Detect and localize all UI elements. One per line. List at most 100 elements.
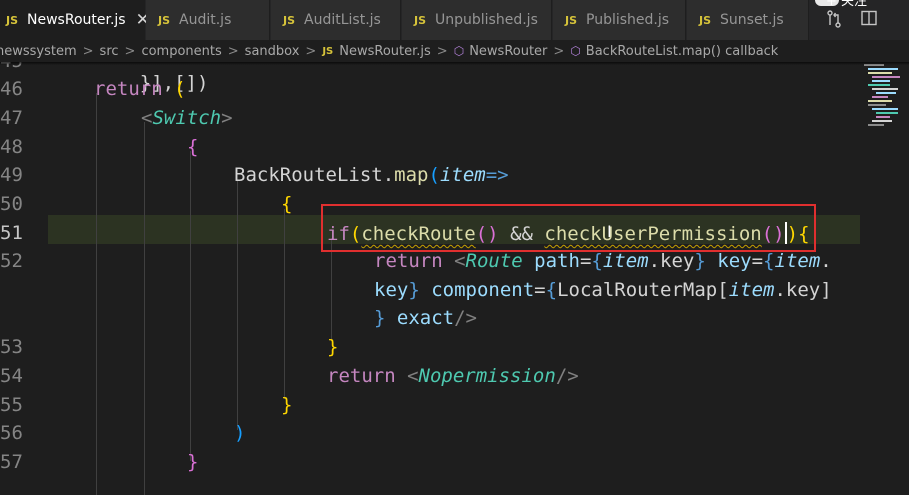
annotation-highlight-box [321,204,816,252]
breadcrumb-item-callback[interactable]: BackRouteList.map() callback [586,44,779,59]
tab-label: Audit.js [179,12,232,28]
code-token: { [763,250,775,272]
code-token: } [327,336,339,358]
breadcrumb-item-newssystem[interactable]: newssystem [0,44,77,59]
line-number: 52 [0,250,23,272]
code-token: ( [428,164,440,186]
indent-guide [190,151,191,461]
code-token: . [820,250,832,272]
code-editor[interactable]: 45 46 47 48 49 50 51 52 53 54 55 56 57 }… [0,62,909,495]
tab-label: NewsRouter.js [27,12,126,28]
code-token: } [374,307,386,329]
indent-guide [237,180,238,430]
line-number: 46 [0,78,23,100]
split-editor-icon[interactable] [861,10,877,30]
scroll-shadow [0,62,909,65]
code-token: < [141,107,153,129]
code-token: = [579,250,592,272]
tab-published[interactable]: JS Published.js [553,0,686,40]
code-line-48: { [187,136,198,158]
code-token: > [221,107,233,129]
line-number: 47 [0,107,23,129]
code-token: Nopermission [418,365,556,387]
code-token: [ [717,279,729,301]
indent-guide [331,238,332,340]
breadcrumb-item-components[interactable]: components [141,44,221,59]
line-number: 55 [0,394,23,416]
code-token: { [187,136,199,158]
js-file-icon: JS [283,13,296,27]
code-token: ) [234,422,246,444]
line-number: 56 [0,422,23,444]
chevron-right-icon: > [305,43,317,59]
minimap[interactable] [860,62,909,162]
code-token: ( [162,78,186,100]
code-token: /> [555,365,579,387]
code-token: map [394,164,429,186]
js-file-icon: JS [158,13,171,27]
code-token: item [774,250,821,272]
tab-sunset[interactable]: JS Sunset.js [687,0,809,40]
chevron-right-icon: > [82,43,94,59]
code-token: { [591,250,603,272]
code-token: } [281,394,293,416]
breadcrumb: newssystem > src > components > sandbox … [0,40,909,62]
code-token: item [439,164,486,186]
tab-newsrouter[interactable]: JS NewsRouter.js ✕ [0,0,150,40]
tab-auditlist[interactable]: JS AuditList.js [271,0,401,40]
code-token: component [419,279,535,301]
indent-guide [284,209,285,399]
symbol-cube-icon: ⬡ [453,44,465,58]
code-line-55: } [281,394,292,416]
code-line-47: <Switch> [141,107,233,129]
editor-actions: + 关注 [810,0,909,40]
code-token: exact [385,307,455,329]
code-line-54: return <Nopermission/> [327,365,579,387]
line-number: 54 [0,365,23,387]
source-control-compare-icon[interactable] [826,10,842,32]
code-line-56: ) [234,422,245,444]
symbol-cube-icon: ⬡ [570,44,581,58]
code-line-57: } [187,451,198,473]
tab-unpublished[interactable]: JS Unpublished.js [402,0,552,40]
chevron-right-icon: > [227,43,239,59]
code-token: => [485,164,509,186]
tab-label: Unpublished.js [435,12,538,28]
code-token: item [728,279,775,301]
code-token: item [602,250,649,272]
chevron-right-icon: > [436,43,448,59]
js-file-icon: JS [699,13,712,27]
js-file-icon: JS [414,13,427,27]
code-token: . [382,164,395,186]
code-line-52: return <Route path={item.key} key={item. [374,250,832,272]
code-token: < [442,250,466,272]
chevron-right-icon: > [553,43,565,59]
code-token: path [522,250,580,272]
tab-label: AuditList.js [304,12,381,28]
code-token: BackRouteList [234,164,383,186]
code-token: = [534,279,546,301]
code-token: key [374,279,409,301]
code-line-49: BackRouteList.map(item=> [234,164,509,186]
code-token: Switch [152,107,222,129]
indent-guide [96,93,97,495]
code-token: ] [820,279,832,301]
chevron-right-icon: > [124,43,136,59]
breadcrumb-item-sandbox[interactable]: sandbox [245,44,300,59]
breadcrumb-item-symbol[interactable]: NewsRouter [469,44,547,59]
code-token: Route [465,250,523,272]
code-token: } [694,250,706,272]
line-number: 53 [0,336,23,358]
tab-audit[interactable]: JS Audit.js [146,0,270,40]
line-number: 48 [0,136,23,158]
breadcrumb-item-file[interactable]: NewsRouter.js [339,44,431,59]
code-token: } [187,451,199,473]
code-token: < [395,365,419,387]
code-token: return [374,250,443,272]
js-file-icon: JS [6,13,19,27]
code-token: .key [774,279,821,301]
breadcrumb-item-src[interactable]: src [100,44,119,59]
line-number: 50 [0,193,23,215]
code-line-52-wrap2: } exact/> [374,307,477,329]
code-token: return [94,78,163,100]
